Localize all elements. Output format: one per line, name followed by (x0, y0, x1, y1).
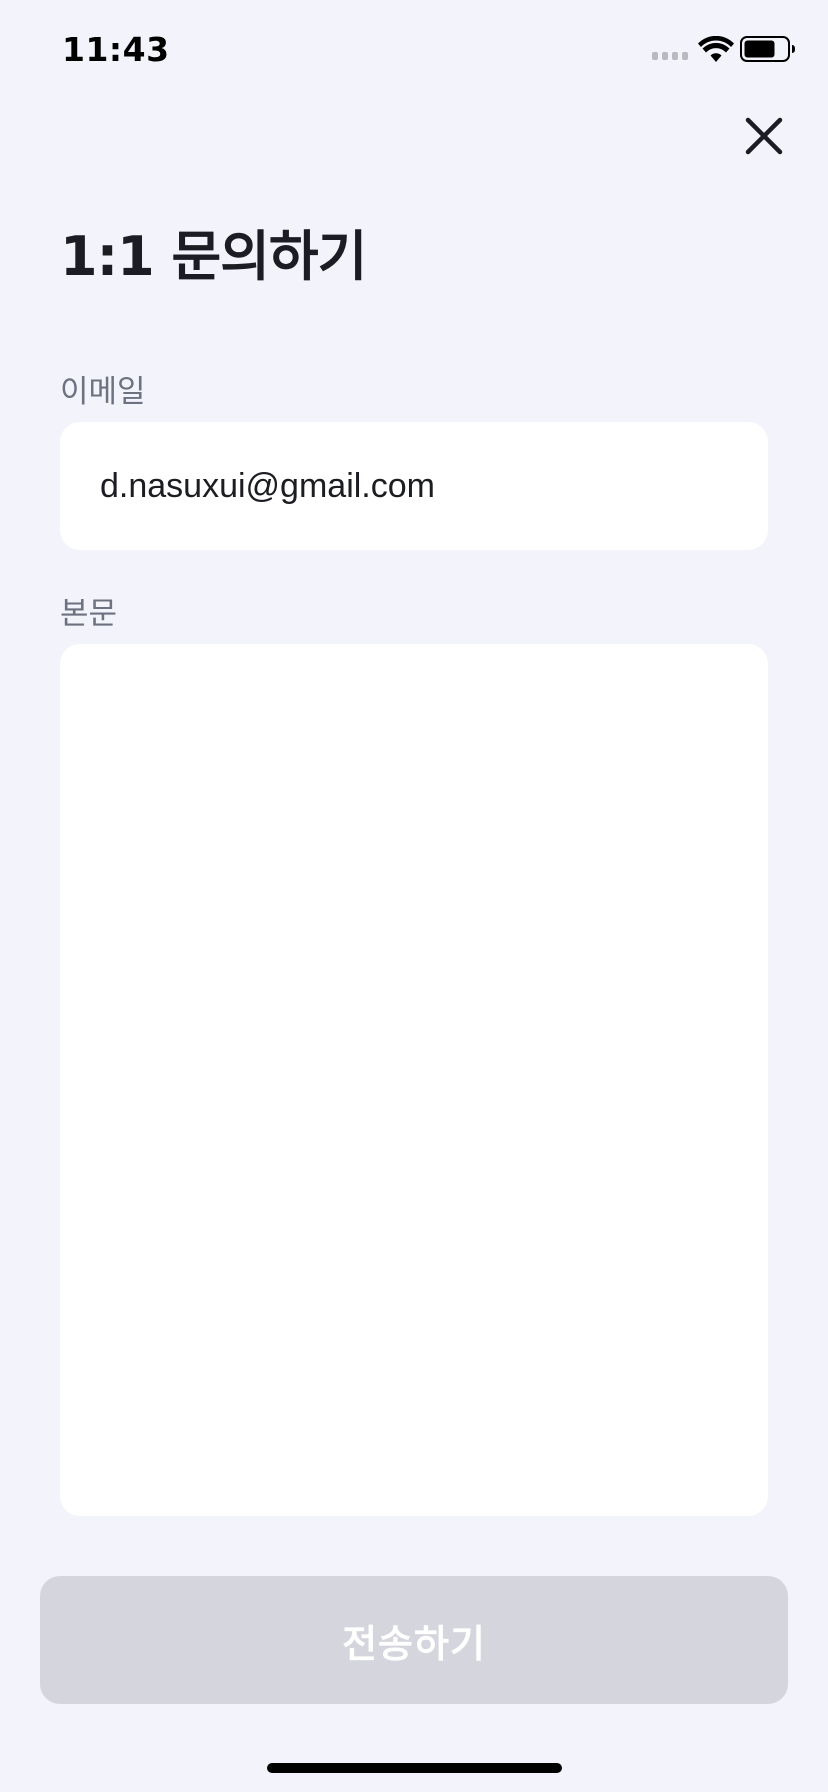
wifi-icon (698, 36, 734, 62)
close-icon (745, 117, 783, 155)
cellular-signal-icon (652, 52, 688, 60)
status-bar: 11:43 (0, 0, 828, 100)
battery-icon (740, 36, 795, 62)
body-textarea[interactable] (60, 644, 768, 1516)
body-field-container (60, 644, 768, 1516)
body-label: 본문 (60, 596, 118, 632)
home-indicator (267, 1763, 562, 1773)
page-title: 1:1 문의하기 (60, 225, 367, 288)
email-field[interactable] (100, 466, 728, 506)
close-button[interactable] (740, 112, 788, 160)
status-time: 11:43 (62, 30, 170, 69)
email-field-container (60, 422, 768, 550)
submit-button[interactable]: 전송하기 (40, 1576, 788, 1704)
email-label: 이메일 (60, 374, 146, 410)
